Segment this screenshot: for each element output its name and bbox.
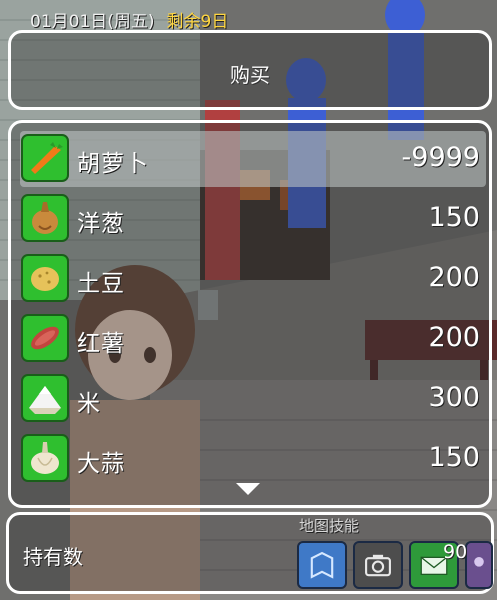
item-name: 土豆 (77, 271, 125, 297)
held-count-label: 持有数 (23, 545, 83, 569)
item-value: 150 (428, 442, 480, 473)
scroll-down-arrow-icon[interactable] (236, 483, 260, 495)
item-row-onion[interactable]: 洋葱 150 (20, 191, 486, 247)
buy-panel: 购买 (8, 30, 492, 110)
buy-title: 购买 (230, 63, 270, 87)
days-left-display: 剩余9日 (166, 11, 229, 32)
carrot-icon (21, 134, 69, 182)
item-name: 洋葱 (77, 211, 125, 237)
held-count-panel: 持有数 地图技能 90 (6, 512, 494, 594)
item-name: 胡萝卜 (77, 151, 149, 177)
potato-icon (21, 254, 69, 302)
item-list-panel: 胡萝卜 -9999 洋葱 150 土豆 200 红薯 200 米 300 大蒜 (8, 120, 492, 508)
extra-skill-icon (474, 557, 484, 567)
item-row-rice[interactable]: 米 300 (20, 371, 486, 427)
item-row-sweet-potato[interactable]: 红薯 200 (20, 311, 486, 367)
rice-icon (21, 374, 69, 422)
date-display: 01月01日(周五) (30, 11, 155, 32)
onion-icon (21, 194, 69, 242)
sweet-potato-icon (21, 314, 69, 362)
skill-count-value: 90 (443, 541, 468, 563)
map-skill-button[interactable] (297, 541, 347, 589)
item-value: 200 (428, 322, 480, 353)
item-value: -9999 (401, 142, 480, 173)
hud-top-bar: 01月01日(周五) 剩余9日 (30, 8, 229, 32)
item-row-garlic[interactable]: 大蒜 150 (20, 431, 486, 487)
item-row-potato[interactable]: 土豆 200 (20, 251, 486, 307)
map-skill-label: 地图技能 (299, 517, 360, 535)
garlic-icon (21, 434, 69, 482)
extra-skill-button[interactable] (465, 541, 493, 589)
item-value: 200 (428, 262, 480, 293)
item-value: 300 (428, 382, 480, 413)
item-name: 大蒜 (77, 451, 125, 477)
map-icon (310, 551, 334, 579)
camera-skill-button[interactable] (353, 541, 403, 589)
item-row-carrot[interactable]: 胡萝卜 -9999 (20, 131, 486, 187)
item-name: 红薯 (77, 331, 125, 357)
item-value: 150 (428, 202, 480, 233)
item-name: 米 (77, 391, 101, 417)
camera-icon (365, 554, 391, 577)
